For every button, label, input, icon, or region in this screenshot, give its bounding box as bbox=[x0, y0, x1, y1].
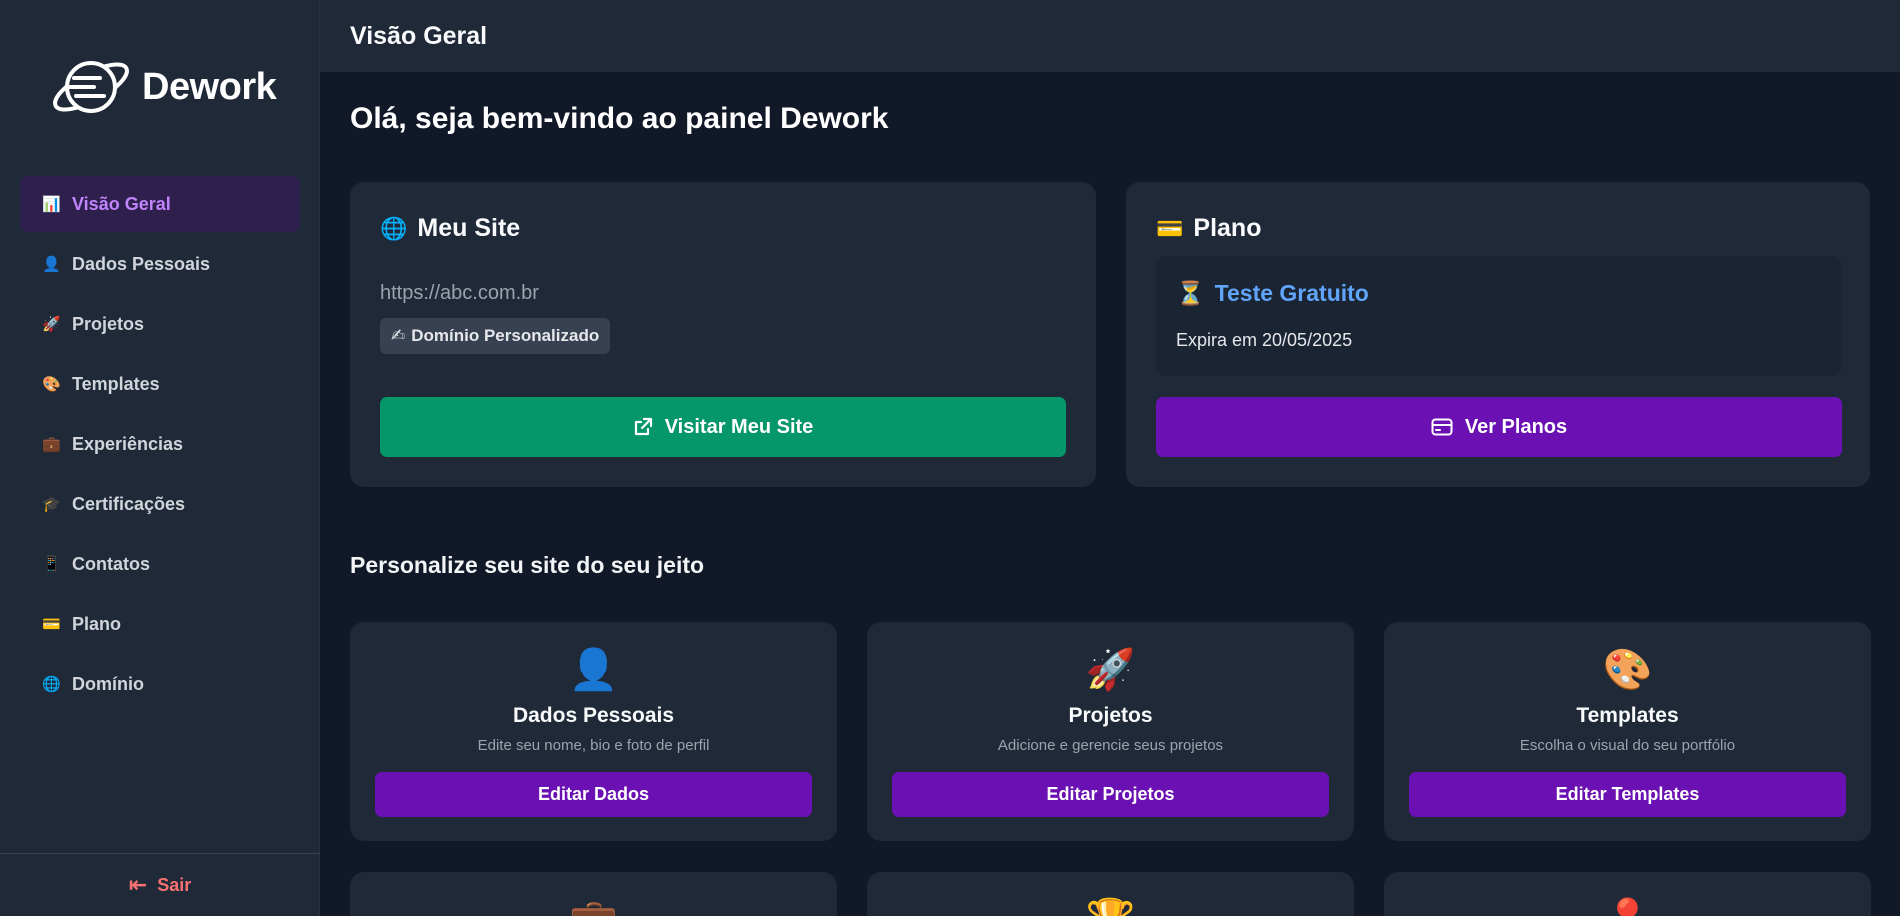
welcome-heading: Olá, seja bem-vindo ao painel Dework bbox=[350, 102, 889, 135]
signature-icon: ✍ bbox=[391, 326, 406, 345]
credit-card-icon: 💳 bbox=[1156, 215, 1184, 241]
sidebar-item-plano[interactable]: 💳 Plano bbox=[20, 596, 300, 652]
person-icon: 👤 bbox=[42, 256, 61, 273]
sidebar-item-dados-pessoais[interactable]: 👤 Dados Pessoais bbox=[20, 236, 300, 292]
current-plan-name: ⏳ Teste Gratuito bbox=[1176, 280, 1369, 307]
site-card-title: 🌐 Meu Site bbox=[380, 214, 520, 243]
feature-name: Templates bbox=[1576, 704, 1679, 727]
current-plan-box: ⏳ Teste Gratuito Expira em 20/05/2025 bbox=[1156, 256, 1842, 376]
plan-card: 💳 Plano ⏳ Teste Gratuito Expira em 20/05… bbox=[1126, 182, 1870, 487]
sidebar-item-label: Templates bbox=[72, 373, 160, 394]
site-card-title-text: Meu Site bbox=[417, 214, 521, 242]
feature-card-partial: 🏆 bbox=[867, 872, 1354, 916]
sidebar-item-dominio[interactable]: 🌐 Domínio bbox=[20, 656, 300, 712]
top-bar: Visão Geral bbox=[320, 0, 1900, 72]
globe-icon: 🌐 bbox=[42, 676, 61, 693]
customize-section-title: Personalize seu site do seu jeito bbox=[350, 552, 705, 578]
sidebar-item-certificacoes[interactable]: 🎓 Certificações bbox=[20, 476, 300, 532]
plan-name-label: Teste Gratuito bbox=[1214, 280, 1369, 306]
sidebar-item-contatos[interactable]: 📱 Contatos bbox=[20, 536, 300, 592]
sidebar-item-projetos[interactable]: 🚀 Projetos bbox=[20, 296, 300, 352]
credit-card-icon: 💳 bbox=[42, 616, 61, 633]
briefcase-icon: 💼 bbox=[42, 436, 61, 453]
sidebar-item-label: Contatos bbox=[72, 553, 150, 574]
sidebar-nav: 📊 Visão Geral 👤 Dados Pessoais 🚀 Projeto… bbox=[20, 176, 300, 716]
feature-name: Projetos bbox=[1068, 704, 1153, 727]
logout-icon: ⇤ bbox=[128, 872, 148, 897]
card-icon bbox=[1431, 418, 1453, 436]
palette-icon: 🎨 bbox=[1602, 648, 1653, 692]
feature-name: Dados Pessoais bbox=[512, 704, 675, 727]
sidebar-item-experiencias[interactable]: 💼 Experiências bbox=[20, 416, 300, 472]
external-link-icon bbox=[634, 417, 652, 436]
sidebar-item-label: Projetos bbox=[72, 313, 145, 334]
sidebar-item-visao-geral[interactable]: 📊 Visão Geral bbox=[20, 176, 300, 232]
feature-card-projetos: 🚀 Projetos Adicione e gerencie seus proj… bbox=[867, 622, 1354, 841]
globe-icon: 🌐 bbox=[380, 215, 408, 241]
edit-personal-data-button[interactable]: Editar Dados bbox=[375, 772, 812, 817]
plan-expiry: Expira em 20/05/2025 bbox=[1176, 330, 1353, 350]
brand-name: Dework bbox=[142, 65, 277, 108]
pin-icon: 📍 bbox=[1384, 896, 1871, 916]
hourglass-icon: ⏳ bbox=[1176, 280, 1205, 306]
logout-button[interactable]: ⇤ Sair bbox=[0, 853, 320, 916]
chart-icon: 📊 bbox=[42, 196, 61, 213]
trophy-icon: 🏆 bbox=[867, 896, 1354, 916]
planet-logo-icon bbox=[53, 61, 129, 113]
site-url: https://abc.com.br bbox=[380, 282, 539, 304]
plan-card-title-text: Plano bbox=[1193, 214, 1262, 242]
page-title: Visão Geral bbox=[350, 21, 488, 50]
mobile-phone-icon: 📱 bbox=[42, 556, 61, 573]
sidebar-item-label: Dados Pessoais bbox=[72, 253, 211, 274]
logout-label: Sair bbox=[157, 874, 192, 895]
plan-card-title: 💳 Plano bbox=[1156, 214, 1261, 243]
feature-card-partial: 📍 bbox=[1384, 872, 1871, 916]
sidebar-item-label: Certificações bbox=[72, 493, 186, 514]
view-plans-button-label: Ver Planos bbox=[1464, 415, 1568, 438]
briefcase-icon: 💼 bbox=[350, 896, 837, 916]
site-card: 🌐 Meu Site https://abc.com.br ✍ Domínio … bbox=[350, 182, 1096, 487]
brand-logo[interactable]: Dework bbox=[48, 54, 277, 120]
feature-card-partial: 💼 bbox=[350, 872, 837, 916]
feature-description: Edite seu nome, bio e foto de perfil bbox=[477, 737, 710, 754]
custom-domain-badge-label: Domínio Personalizado bbox=[411, 326, 600, 345]
rocket-icon: 🚀 bbox=[1085, 648, 1136, 692]
edit-projects-button[interactable]: Editar Projetos bbox=[892, 772, 1329, 817]
person-icon: 👤 bbox=[568, 648, 619, 692]
edit-templates-button[interactable]: Editar Templates bbox=[1409, 772, 1846, 817]
sidebar-item-label: Experiências bbox=[72, 433, 184, 454]
palette-icon: 🎨 bbox=[42, 376, 61, 393]
feature-description: Adicione e gerencie seus projetos bbox=[997, 737, 1224, 754]
sidebar: Dework 📊 Visão Geral 👤 Dados Pessoais 🚀 … bbox=[0, 0, 320, 916]
custom-domain-badge: ✍ Domínio Personalizado bbox=[380, 318, 611, 354]
sidebar-item-label: Domínio bbox=[72, 673, 144, 694]
graduation-cap-icon: 🎓 bbox=[42, 496, 61, 513]
view-plans-button[interactable]: Ver Planos bbox=[1156, 397, 1842, 457]
sidebar-item-label: Visão Geral bbox=[72, 193, 171, 214]
sidebar-item-label: Plano bbox=[72, 613, 122, 634]
visit-site-button-label: Visitar Meu Site bbox=[664, 415, 814, 438]
feature-description: Escolha o visual do seu portfólio bbox=[1519, 737, 1736, 754]
feature-card-templates: 🎨 Templates Escolha o visual do seu port… bbox=[1384, 622, 1871, 841]
sidebar-item-templates[interactable]: 🎨 Templates bbox=[20, 356, 300, 412]
feature-card-dados-pessoais: 👤 Dados Pessoais Edite seu nome, bio e f… bbox=[350, 622, 837, 841]
visit-site-button[interactable]: Visitar Meu Site bbox=[380, 397, 1066, 457]
rocket-icon: 🚀 bbox=[42, 316, 61, 333]
